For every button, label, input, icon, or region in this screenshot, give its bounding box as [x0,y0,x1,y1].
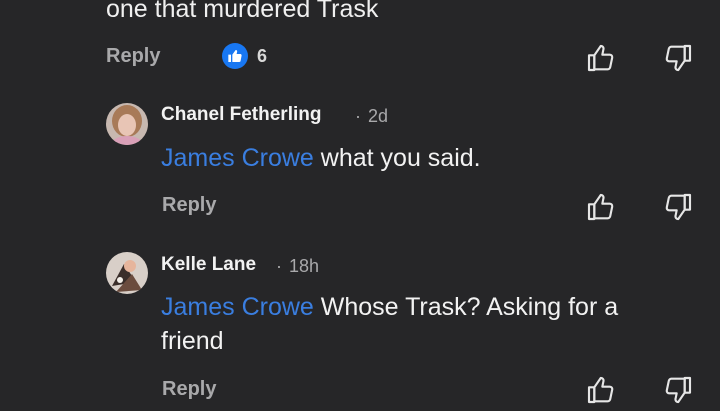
thumbs-down-icon[interactable] [662,42,694,74]
comment-body: James Crowe what you said. [161,141,481,175]
thumbs-down-icon[interactable] [662,374,694,406]
mention-link[interactable]: James Crowe [161,144,314,172]
mention-link[interactable]: James Crowe [161,293,314,321]
comment-age: 18h [289,256,320,276]
reply-button[interactable]: Reply [162,193,216,217]
comment-age: 2d [368,106,389,126]
thumbs-up-icon[interactable] [585,191,617,223]
avatar[interactable] [106,252,148,294]
comment-text-continued: friend [161,327,224,355]
reply-button[interactable]: Reply [162,377,216,401]
previous-comment-text: one that murdered Trask [106,0,379,23]
comment-body: James Crowe Whose Trask? Asking for a [161,290,618,324]
comment-separator: · [355,106,361,126]
comment-author[interactable]: Chanel Fetherling [161,103,321,127]
thumbs-up-icon[interactable] [585,42,617,74]
comment-author[interactable]: Kelle Lane [161,253,256,277]
reply-button[interactable]: Reply [106,44,160,68]
comment-text: what you said. [320,144,481,172]
comment-text: Whose Trask? Asking for a [320,293,619,321]
avatar[interactable] [106,103,148,145]
like-count: 6 [257,46,268,66]
like-reaction-icon [222,43,248,69]
thumbs-up-icon[interactable] [585,374,617,406]
comment-separator: · [276,256,282,276]
thumbs-down-icon[interactable] [662,191,694,223]
